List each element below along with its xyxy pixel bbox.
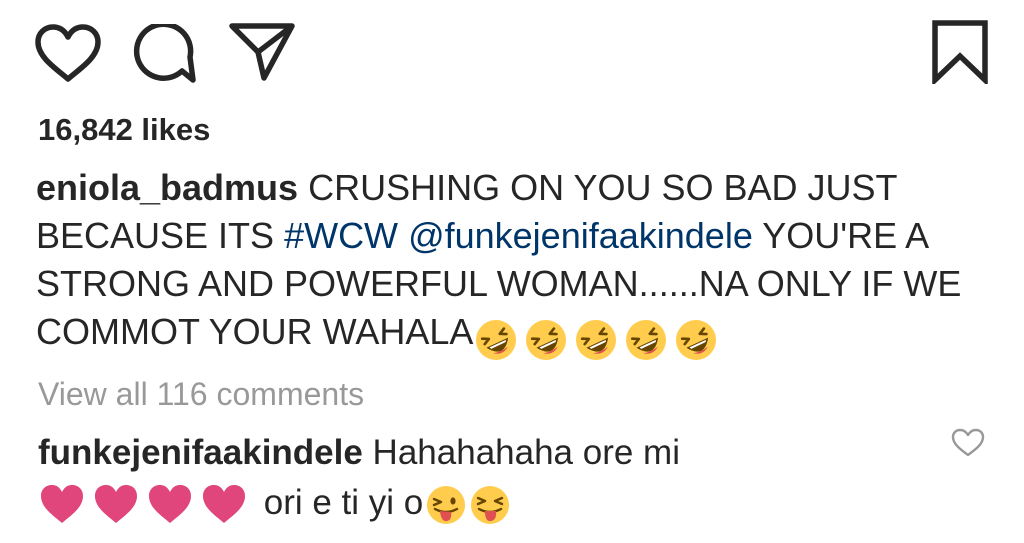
laughing-emoji-row xyxy=(473,314,723,363)
like-button[interactable] xyxy=(34,24,102,84)
winking-tongue-emoji xyxy=(425,484,467,526)
rolling-on-floor-laughing-emoji xyxy=(573,317,619,363)
small-heart-outline-icon xyxy=(951,428,985,457)
like-count[interactable]: 16,842 likes xyxy=(38,112,210,148)
squinting-tongue-emoji xyxy=(469,484,511,526)
rolling-on-floor-laughing-emoji xyxy=(673,317,719,363)
view-all-comments-link[interactable]: View all 116 comments xyxy=(38,376,364,413)
post-action-bar xyxy=(0,0,1024,100)
hashtag-link[interactable]: #WCW xyxy=(284,215,398,256)
comment-like-button[interactable] xyxy=(951,428,985,458)
rolling-on-floor-laughing-emoji xyxy=(623,317,669,363)
comment-item: funkejenifaakindele Hahahahaha ore mi or… xyxy=(38,428,928,528)
comment-username[interactable]: funkejenifaakindele xyxy=(38,433,363,472)
red-heart-emoji xyxy=(92,483,140,527)
rolling-on-floor-laughing-emoji xyxy=(523,317,569,363)
bookmark-outline-icon xyxy=(932,20,988,84)
comment-button[interactable] xyxy=(132,24,196,86)
save-button[interactable] xyxy=(930,20,990,84)
heart-outline-icon xyxy=(35,24,101,82)
paper-plane-icon xyxy=(229,23,295,81)
speech-bubble-icon xyxy=(133,24,196,83)
comment-text-continued: ori e ti yi o xyxy=(254,483,424,522)
red-heart-emoji xyxy=(200,483,248,527)
mention-link[interactable]: @funkejenifaakindele xyxy=(408,215,753,256)
comment-text: Hahahahaha ore mi xyxy=(362,433,680,472)
post-caption: eniola_badmus CRUSHING ON YOU SO BAD JUS… xyxy=(36,164,1001,363)
red-heart-emoji xyxy=(146,483,194,527)
share-button[interactable] xyxy=(228,22,296,82)
red-heart-emoji xyxy=(38,483,86,527)
rolling-on-floor-laughing-emoji xyxy=(473,317,519,363)
caption-space xyxy=(398,215,408,256)
caption-username[interactable]: eniola_badmus xyxy=(36,167,298,208)
